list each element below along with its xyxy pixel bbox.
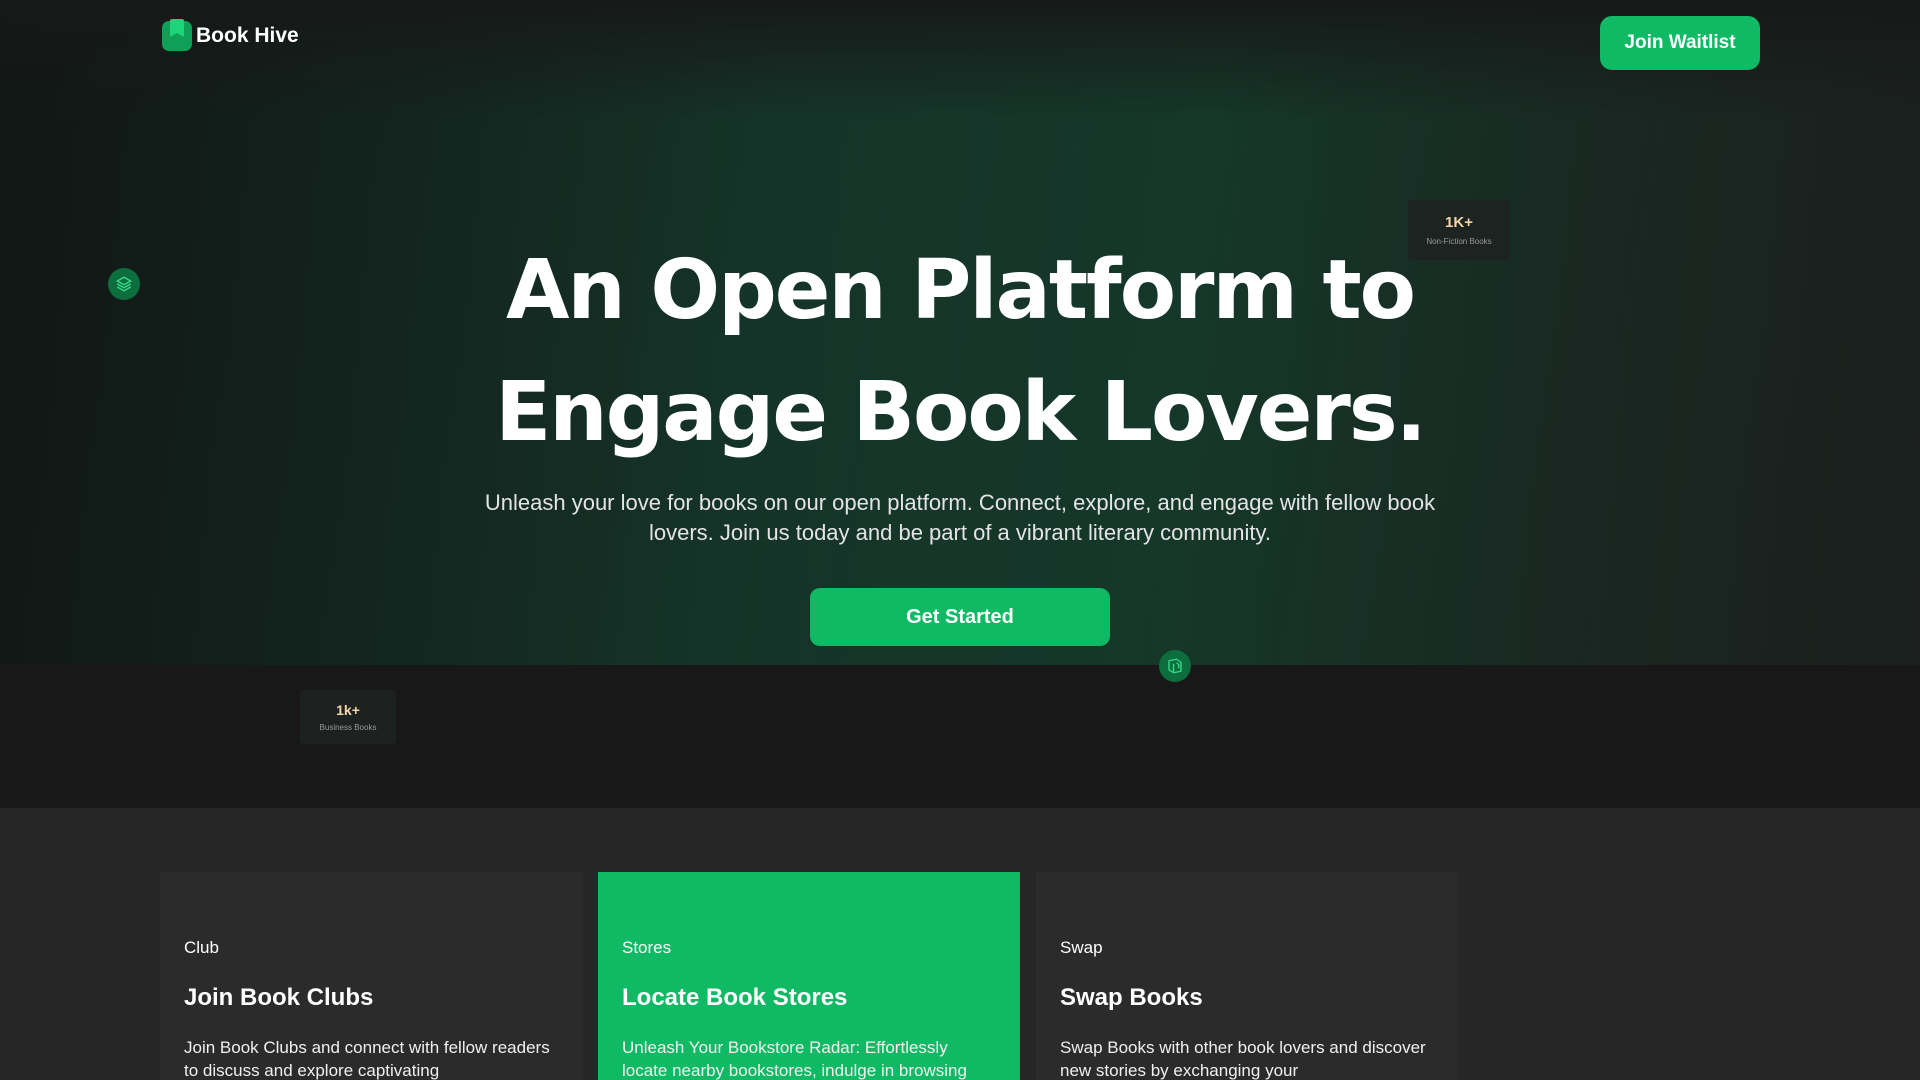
stat-value: 1k+: [336, 702, 360, 718]
stat-value: 1K+: [1445, 214, 1473, 231]
card-description: Unleash Your Bookstore Radar: Effortless…: [622, 1038, 967, 1080]
hero-bottom: [0, 665, 1920, 808]
card-tag: Swap: [1060, 938, 1103, 957]
feature-card-club[interactable]: Club Join Book Clubs Join Book Clubs and…: [160, 872, 582, 1080]
card-title: Join Book Clubs: [184, 984, 374, 1011]
card-description: Join Book Clubs and connect with fellow …: [184, 1038, 550, 1080]
get-started-button[interactable]: Get Started: [810, 588, 1110, 646]
hero-subtext: Unleash your love for books on our open …: [484, 490, 1436, 545]
hero-headline: An Open Platform to Engage Book Lovers.: [360, 230, 1560, 474]
headline-line-1: An Open Platform to: [505, 243, 1416, 338]
card-tag: Stores: [622, 938, 672, 957]
feature-card-swap[interactable]: Swap Swap Books Swap Books with other bo…: [1036, 872, 1458, 1080]
join-waitlist-button[interactable]: Join Waitlist: [1600, 16, 1760, 70]
stat-label: Business Books: [319, 723, 377, 732]
headline-line-2: Engage Book Lovers.: [495, 365, 1427, 460]
brand-name: Book Hive: [196, 24, 299, 47]
feature-card-stores[interactable]: Stores Locate Book Stores Unleash Your B…: [598, 872, 1020, 1080]
card-title: Locate Book Stores: [622, 984, 848, 1011]
brand-logo[interactable]: Book Hive: [162, 18, 299, 54]
bookmark-icon: [162, 21, 192, 51]
card-title: Swap Books: [1060, 984, 1203, 1011]
card-tag: Club: [184, 938, 219, 957]
layers-icon: [108, 268, 140, 300]
stat-card-business: 1k+ Business Books: [300, 690, 396, 744]
book-open-icon: [1159, 650, 1191, 682]
card-description: Swap Books with other book lovers and di…: [1060, 1038, 1426, 1080]
